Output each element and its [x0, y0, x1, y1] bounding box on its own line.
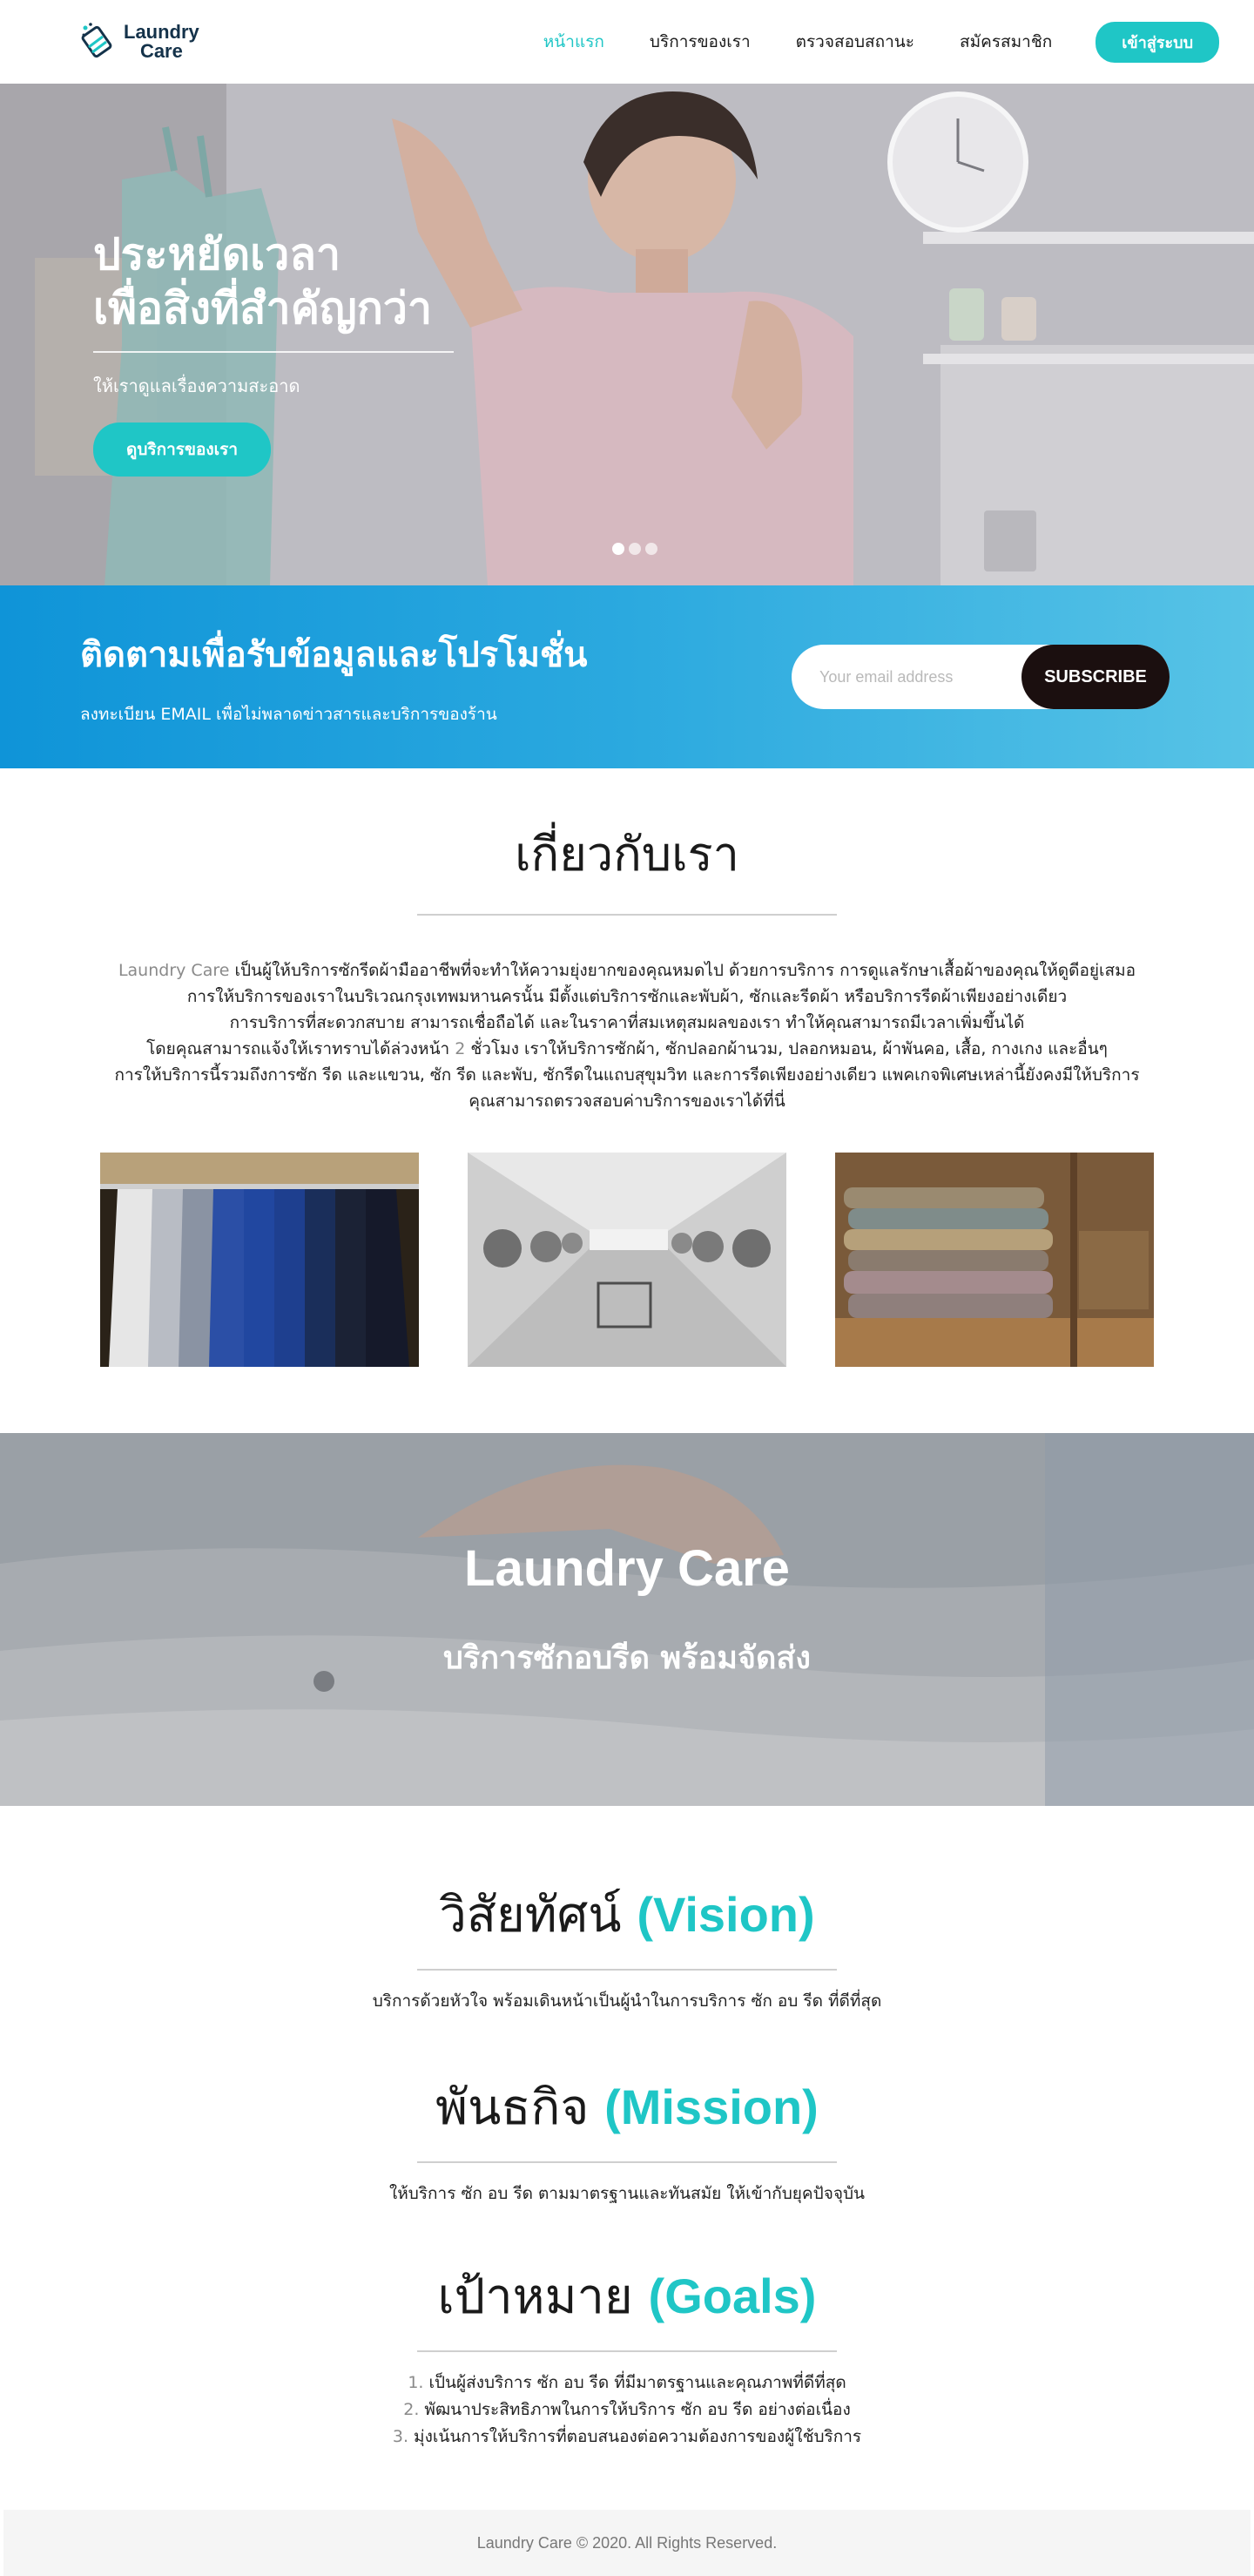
- carousel-dot-3[interactable]: [645, 543, 657, 555]
- about-line-5: การให้บริการนี้รวมถึงการซัก รีด และแขวน,…: [114, 1065, 1140, 1085]
- footer: Laundry Care © 2020. All Rights Reserved…: [3, 2510, 1251, 2576]
- goal-text: พัฒนาประสิทธิภาพในการให้บริการ ซัก อบ รี…: [419, 2400, 851, 2419]
- vision-title-accent: (Vision): [637, 1887, 815, 1942]
- brand-line-2: Care: [139, 40, 183, 62]
- about-line-6: คุณสามารถตรวจสอบค่าบริการของเราได้ที่นี่: [469, 1092, 785, 1111]
- subscribe-title: ติดตามเพื่อรับข้อมูลและโปรโมชั่น: [80, 635, 588, 675]
- banner-title: Laundry Care: [464, 1540, 790, 1597]
- goals-title-accent: (Goals): [648, 2268, 817, 2323]
- goals-title-text: เป้าหมาย: [437, 2268, 649, 2325]
- goals-list: 1. เป็นผู้ส่งบริการ ซัก อบ รีด ที่มีมาตร…: [0, 2370, 1254, 2451]
- subscribe-button[interactable]: SUBSCRIBE: [1021, 645, 1170, 709]
- nav-home[interactable]: หน้าแรก: [543, 29, 604, 55]
- nav-register[interactable]: สมัครสมาชิก: [960, 29, 1052, 55]
- hero-divider: [93, 351, 454, 353]
- about-line-1-text: เป็นผู้ให้บริการซักรีดผ้ามืออาชีพที่จะทำ…: [229, 961, 1136, 980]
- about-divider: [417, 914, 837, 916]
- laundry-logo-icon: [81, 23, 112, 58]
- goal-item: 2. พัฒนาประสิทธิภาพในการให้บริการ ซัก อบ…: [0, 2397, 1254, 2424]
- subscribe-form: SUBSCRIBE: [792, 645, 1170, 709]
- mission-text: ให้บริการ ซัก อบ รีด ตามมาตรฐานและทันสมั…: [388, 2184, 866, 2203]
- hero-title-line-2: เพื่อสิ่งที่สำคัญกว่า: [93, 283, 433, 334]
- banner-section: Laundry Care บริการซักอบรีด พร้อมจัดส่ง: [0, 1433, 1254, 1806]
- view-services-button[interactable]: ดูบริการของเรา: [93, 423, 272, 477]
- about-hours-number: 2: [455, 1039, 466, 1058]
- about-brand-name: Laundry Care: [118, 961, 230, 980]
- brand[interactable]: Laundry Care: [80, 21, 199, 63]
- navbar: Laundry Care หน้าแรก บริการของเรา ตรวจสอ…: [0, 0, 1254, 84]
- carousel-dots: [612, 543, 657, 555]
- login-button[interactable]: เข้าสู่ระบบ: [1096, 21, 1219, 63]
- copyright-text: Laundry Care © 2020. All Rights Reserved…: [476, 2533, 778, 2552]
- goal-text: มุ่งเน้นการให้บริการที่ตอบสนองต่อความต้อ…: [408, 2427, 862, 2446]
- vision-block: วิสัยทัศน์ (Vision) บริการด้วยหัวใจ พร้อ…: [0, 1876, 1254, 2014]
- banner-content: Laundry Care บริการซักอบรีด พร้อมจัดส่ง: [0, 1433, 1254, 1806]
- mission-title-text: พันธกิจ: [435, 2079, 605, 2136]
- mission-title-accent: (Mission): [604, 2079, 819, 2134]
- goal-number: 1.: [408, 2373, 424, 2392]
- vision-title-text: วิสัยทัศน์: [439, 1887, 637, 1944]
- goal-text: เป็นผู้ส่งบริการ ซัก อบ รีด ที่มีมาตรฐาน…: [423, 2373, 846, 2392]
- goal-number: 2.: [403, 2400, 420, 2419]
- hero-title: ประหยัดเวลา เพื่อสิ่งที่สำคัญกว่า: [93, 227, 511, 335]
- nav-services[interactable]: บริการของเรา: [650, 29, 751, 55]
- goal-item: 1. เป็นผู้ส่งบริการ ซัก อบ รีด ที่มีมาตร…: [0, 2370, 1254, 2397]
- about-line-4-text: ชั่วโมง เราให้บริการซักผ้า, ซักปลอกผ้านว…: [465, 1039, 1108, 1058]
- subscribe-text: ติดตามเพื่อรับข้อมูลและโปรโมชั่น ลงทะเบี…: [80, 626, 587, 727]
- laundromat-photo: [468, 1153, 786, 1367]
- nav-check-status[interactable]: ตรวจสอบสถานะ: [796, 29, 914, 55]
- mission-block: พันธกิจ (Mission) ให้บริการ ซัก อบ รีด ต…: [0, 2068, 1254, 2207]
- hero-title-line-1: ประหยัดเวลา: [93, 229, 341, 280]
- goal-number: 3.: [392, 2427, 409, 2446]
- carousel-dot-2[interactable]: [629, 543, 641, 555]
- carousel-dot-1[interactable]: [612, 543, 624, 555]
- folded-towels-photo: [835, 1153, 1154, 1367]
- subscribe-section: ติดตามเพื่อรับข้อมูลและโปรโมชั่น ลงทะเบี…: [0, 585, 1254, 768]
- about-line-3: การบริการที่สะดวกสบาย สามารถเชื่อถือได้ …: [229, 1013, 1025, 1032]
- goal-item: 3. มุ่งเน้นการให้บริการที่ตอบสนองต่อความ…: [0, 2424, 1254, 2451]
- about-paragraph: Laundry Care เป็นผู้ให้บริการซักรีดผ้ามื…: [52, 957, 1202, 1114]
- about-title: เกี่ยวกับเรา: [515, 827, 739, 882]
- goals-divider: [417, 2350, 837, 2352]
- about-line-4: โดยคุณสามารถแจ้งให้เราทราบได้ล่วงหน้า 2 …: [52, 1036, 1202, 1062]
- mission-divider: [417, 2161, 837, 2163]
- vision-mission-goals-section: วิสัยทัศน์ (Vision) บริการด้วยหัวใจ พร้อ…: [0, 1806, 1254, 2451]
- about-line-4-lead: โดยคุณสามารถแจ้งให้เราทราบได้ล่วงหน้า: [146, 1039, 455, 1058]
- subscribe-description: ลงทะเบียน EMAIL เพื่อไม่พลาดข่าวสารและบร…: [80, 705, 497, 724]
- brand-line-1: Laundry: [124, 21, 199, 43]
- goals-block: เป้าหมาย (Goals) 1. เป็นผู้ส่งบริการ ซัก…: [0, 2257, 1254, 2451]
- suits-on-rack-photo: [100, 1153, 419, 1367]
- hero-subtitle: ให้เราดูแลเรื่องความสะอาด: [93, 375, 300, 396]
- hero-section: ประหยัดเวลา เพื่อสิ่งที่สำคัญกว่า ให้เรา…: [0, 84, 1254, 585]
- email-input[interactable]: [792, 667, 1018, 686]
- about-line-2: การให้บริการของเราในบริเวณกรุงเทพมหานครน…: [186, 987, 1068, 1006]
- brand-name: Laundry Care: [124, 23, 199, 61]
- about-gallery: [0, 1153, 1254, 1367]
- vision-divider: [417, 1969, 837, 1971]
- mission-title: พันธกิจ (Mission): [0, 2068, 1254, 2146]
- about-line-1: Laundry Care เป็นผู้ให้บริการซักรีดผ้ามื…: [52, 957, 1202, 984]
- goals-title: เป้าหมาย (Goals): [0, 2257, 1254, 2335]
- vision-title: วิสัยทัศน์ (Vision): [0, 1876, 1254, 1953]
- hero-content: ประหยัดเวลา เพื่อสิ่งที่สำคัญกว่า ให้เรา…: [93, 227, 511, 477]
- main-nav: หน้าแรก บริการของเรา ตรวจสอบสถานะ สมัครส…: [498, 21, 1219, 63]
- vision-text: บริการด้วยหัวใจ พร้อมเดินหน้าเป็นผู้นำใน…: [372, 1991, 882, 2011]
- banner-subtitle: บริการซักอบรีด พร้อมจัดส่ง: [443, 1640, 811, 1676]
- about-section: เกี่ยวกับเรา Laundry Care เป็นผู้ให้บริก…: [0, 768, 1254, 1367]
